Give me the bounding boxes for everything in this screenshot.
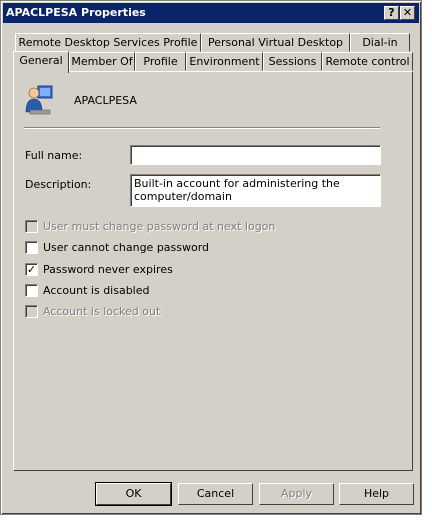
- close-title-button[interactable]: ✕: [400, 6, 415, 20]
- tab-dial-in[interactable]: Dial-in: [350, 33, 410, 52]
- cancel-button[interactable]: Cancel: [178, 483, 253, 505]
- full-name-label: Full name:: [25, 149, 83, 162]
- tab-general[interactable]: General: [13, 51, 69, 73]
- properties-dialog: APACLPESA Properties ? ✕ Remote Desktop …: [0, 0, 422, 515]
- tab-member-of[interactable]: Member Of: [69, 52, 135, 71]
- ok-button[interactable]: OK: [95, 482, 172, 506]
- user-icon: [25, 85, 53, 115]
- account-locked-out-label: Account is locked out: [43, 305, 161, 318]
- password-never-expires-checkbox[interactable]: ✓: [25, 263, 38, 276]
- separator: [24, 127, 380, 129]
- account-locked-out-checkbox[interactable]: [25, 305, 38, 318]
- password-never-expires-label: Password never expires: [43, 263, 173, 276]
- description-label: Description:: [25, 178, 92, 191]
- cannot-change-password-label: User cannot change password: [43, 241, 210, 254]
- help-button[interactable]: Help: [339, 483, 414, 505]
- must-change-password-checkbox[interactable]: [25, 220, 38, 233]
- tab-remote-desktop-services-profile[interactable]: Remote Desktop Services Profile: [15, 33, 201, 52]
- help-title-button[interactable]: ?: [384, 6, 399, 20]
- account-disabled-checkbox[interactable]: [25, 284, 38, 297]
- title-bar[interactable]: APACLPESA Properties ? ✕: [3, 3, 419, 23]
- tab-profile[interactable]: Profile: [135, 52, 186, 71]
- window-title: APACLPESA Properties: [6, 6, 146, 19]
- apply-button[interactable]: Apply: [259, 483, 334, 505]
- account-disabled-label: Account is disabled: [43, 284, 150, 297]
- tab-environment[interactable]: Environment: [186, 52, 263, 71]
- cannot-change-password-checkbox[interactable]: [25, 241, 38, 254]
- full-name-field[interactable]: [130, 145, 381, 165]
- description-field[interactable]: Built-in account for administering the c…: [130, 174, 381, 207]
- tab-remote-control[interactable]: Remote control: [322, 52, 413, 71]
- must-change-password-label: User must change password at next logon: [43, 220, 276, 233]
- account-name: APACLPESA: [74, 94, 137, 107]
- general-tab-panel: APACLPESA Full name: Description: Built-…: [13, 71, 413, 471]
- tab-sessions[interactable]: Sessions: [263, 52, 322, 71]
- tab-personal-virtual-desktop[interactable]: Personal Virtual Desktop: [201, 33, 350, 52]
